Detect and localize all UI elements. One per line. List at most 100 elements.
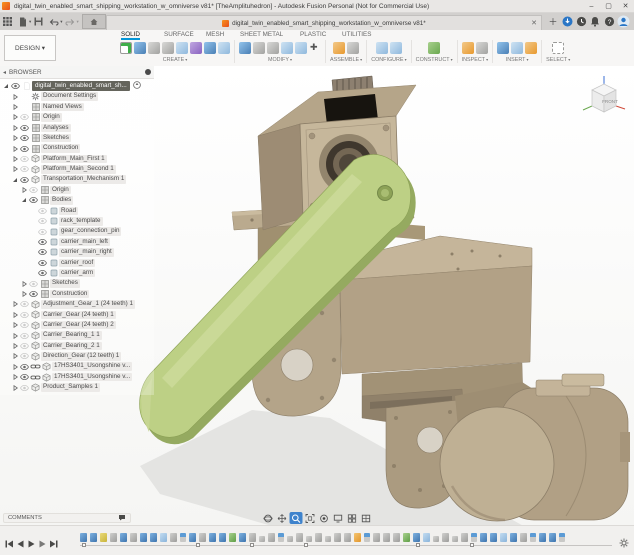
timeline-group-marker[interactable] xyxy=(416,543,420,547)
timeline-feature-icon[interactable] xyxy=(189,533,196,542)
insert-derive-icon[interactable] xyxy=(497,42,509,54)
timeline-feature-icon[interactable] xyxy=(442,533,449,542)
timeline-feature-icon[interactable] xyxy=(239,533,246,542)
timeline-group-marker[interactable] xyxy=(196,543,200,547)
collapse-arrow-icon[interactable] xyxy=(11,364,19,370)
timeline-group-marker[interactable] xyxy=(250,543,254,547)
timeline-feature-icon[interactable] xyxy=(500,533,507,542)
browser-options-icon[interactable] xyxy=(145,69,151,75)
expand-arrow-icon[interactable] xyxy=(2,83,10,89)
collapse-arrow-icon[interactable] xyxy=(11,156,19,162)
zoom-tool-icon[interactable] xyxy=(290,512,303,524)
chamfer-icon[interactable] xyxy=(267,42,279,54)
file-menu-caret-icon[interactable]: ▾ xyxy=(29,19,31,25)
timeline-track[interactable] xyxy=(80,545,612,546)
timeline-feature-icon[interactable] xyxy=(433,536,439,542)
browser-item[interactable]: Sketches xyxy=(0,278,154,288)
timeline-feature-icon[interactable] xyxy=(480,533,487,542)
undo-icon[interactable] xyxy=(47,15,60,28)
timeline-feature-icon[interactable] xyxy=(325,536,331,542)
file-menu-icon[interactable] xyxy=(16,15,29,28)
timeline-feature-icon[interactable] xyxy=(278,533,284,542)
collapse-arrow-icon[interactable] xyxy=(11,166,19,172)
timeline-feature-icon[interactable] xyxy=(259,536,265,542)
visibility-eye-icon[interactable] xyxy=(37,260,48,266)
timeline-group-marker[interactable] xyxy=(470,543,474,547)
pattern-icon[interactable] xyxy=(218,42,230,54)
collapse-arrow-icon[interactable] xyxy=(11,322,19,328)
timeline-feature-icon[interactable] xyxy=(170,533,177,542)
browser-item[interactable]: Adjustment_Gear_1 (24 teeth) 1 xyxy=(0,299,154,309)
assemble-group-label[interactable]: ASSEMBLE xyxy=(330,57,362,63)
toolbar-tab-plastic[interactable]: PLASTIC xyxy=(300,31,326,38)
collapse-arrow-icon[interactable] xyxy=(11,385,19,391)
browser-item[interactable]: Platform_Main_First 1 xyxy=(0,154,154,164)
home-tab-button[interactable] xyxy=(82,14,106,29)
thread-icon[interactable] xyxy=(204,42,216,54)
timeline-go-end-icon[interactable] xyxy=(50,535,58,553)
create-sketch-icon[interactable] xyxy=(120,42,132,54)
timeline-feature-icon[interactable] xyxy=(90,533,97,542)
workspace-selector[interactable]: DESIGN ▾ xyxy=(4,35,56,61)
expand-arrow-icon[interactable] xyxy=(20,197,28,203)
timeline-feature-icon[interactable] xyxy=(100,533,107,542)
timeline-step-back-icon[interactable] xyxy=(17,535,24,553)
collapse-arrow-icon[interactable] xyxy=(11,353,19,359)
comments-bar[interactable]: COMMENTS xyxy=(3,513,131,523)
construction-plane-icon[interactable] xyxy=(428,42,440,54)
move-copy-icon[interactable] xyxy=(309,42,321,54)
layout-grid-tool-icon[interactable] xyxy=(346,512,359,524)
timeline-feature-icon[interactable] xyxy=(393,533,400,542)
browser-item[interactable]: Product_Samples 1 xyxy=(0,382,154,392)
maximize-button[interactable]: ▢ xyxy=(600,0,617,12)
timeline-feature-icon[interactable] xyxy=(219,533,226,542)
timeline-feature-icon[interactable] xyxy=(120,533,127,542)
visibility-eye-icon[interactable] xyxy=(28,187,39,193)
modify-group-label[interactable]: MODIFY xyxy=(268,57,292,63)
joint-icon[interactable] xyxy=(347,42,359,54)
timeline-feature-icon[interactable] xyxy=(520,533,527,542)
timeline-feature-icon[interactable] xyxy=(229,533,236,542)
browser-item[interactable]: carrier_main_right xyxy=(0,247,154,257)
redo-icon[interactable] xyxy=(64,15,77,28)
fit-tool-icon[interactable] xyxy=(304,512,317,524)
app-menu-icon[interactable] xyxy=(1,15,14,28)
browser-item[interactable]: Sketches xyxy=(0,133,154,143)
timeline-group-marker[interactable] xyxy=(82,543,86,547)
browser-item[interactable]: Bodies xyxy=(0,195,154,205)
orbit-tool-icon[interactable] xyxy=(262,512,275,524)
decal-icon[interactable] xyxy=(525,42,537,54)
visibility-eye-icon[interactable] xyxy=(19,177,30,183)
visibility-eye-icon[interactable] xyxy=(37,249,48,255)
visibility-eye-icon[interactable] xyxy=(19,312,30,318)
browser-header[interactable]: ◂ BROWSER xyxy=(0,66,154,79)
timeline-feature-icon[interactable] xyxy=(490,533,497,542)
timeline-group-marker[interactable] xyxy=(304,543,308,547)
collapse-arrow-icon[interactable] xyxy=(11,135,19,141)
pan-tool-icon[interactable] xyxy=(276,512,289,524)
visibility-eye-icon[interactable] xyxy=(19,114,30,120)
document-tab-close-icon[interactable]: ✕ xyxy=(531,19,537,27)
timeline-feature-icon[interactable] xyxy=(383,533,390,542)
visibility-eye-icon[interactable] xyxy=(19,364,30,370)
combine-icon[interactable] xyxy=(295,42,307,54)
browser-item[interactable]: Origin xyxy=(0,185,154,195)
timeline-feature-icon[interactable] xyxy=(287,536,293,542)
browser-root-item[interactable]: digital_twin_enabled_smart_sh... xyxy=(0,81,154,91)
collapse-arrow-icon[interactable] xyxy=(20,187,28,193)
timeline-feature-icon[interactable] xyxy=(344,533,351,542)
loft-icon[interactable] xyxy=(176,42,188,54)
job-status-icon[interactable] xyxy=(560,15,574,29)
toolbar-tab-surface[interactable]: SURFACE xyxy=(164,31,194,38)
timeline-feature-icon[interactable] xyxy=(315,533,322,542)
browser-collapse-icon[interactable]: ◂ xyxy=(3,69,6,76)
sweep-icon[interactable] xyxy=(162,42,174,54)
expand-arrow-icon[interactable] xyxy=(11,177,19,183)
display-settings-tool-icon[interactable] xyxy=(332,512,345,524)
browser-item[interactable]: carrier_roof xyxy=(0,258,154,268)
timeline-feature-icon[interactable] xyxy=(199,533,206,542)
configuration-icon[interactable] xyxy=(376,42,388,54)
visibility-eye-icon[interactable] xyxy=(19,125,30,131)
help-icon[interactable]: ? xyxy=(602,15,616,29)
browser-item[interactable]: Direction_Gear (12 teeth) 1 xyxy=(0,351,154,361)
